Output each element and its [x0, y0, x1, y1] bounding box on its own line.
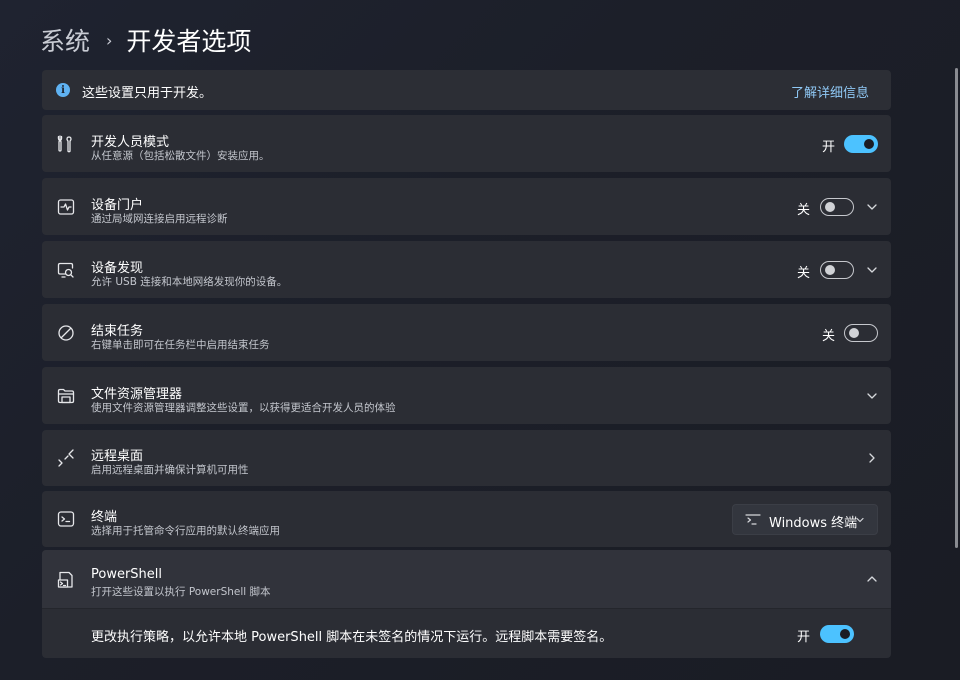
- breadcrumb: 系统 › 开发者选项: [40, 20, 251, 60]
- setting-description: 从任意源（包括松散文件）安装应用。: [91, 150, 270, 162]
- terminal-app-icon: [745, 513, 761, 527]
- page-title: 开发者选项: [126, 27, 252, 56]
- setting-file-explorer[interactable]: 文件资源管理器 使用文件资源管理器调整这些设置，以获得更适合开发人员的体验: [42, 367, 891, 424]
- setting-description: 打开这些设置以执行 PowerShell 脚本: [91, 586, 271, 598]
- device-portal-icon: [56, 197, 76, 217]
- device-discovery-icon: [56, 260, 76, 280]
- terminal-icon: [56, 509, 76, 529]
- setting-remote-desktop[interactable]: 远程桌面 启用远程桌面并确保计算机可用性: [42, 430, 891, 486]
- device-portal-toggle[interactable]: [820, 198, 854, 216]
- toggle-state-label: 开: [822, 140, 836, 155]
- setting-description: 右键单击即可在任务栏中启用结束任务: [91, 339, 270, 351]
- execution-policy-label: 更改执行策略，以允许本地 PowerShell 脚本在未签名的情况下运行。远程脚…: [91, 630, 613, 645]
- setting-device-discovery[interactable]: 设备发现 允许 USB 连接和本地网络发现你的设备。 关: [42, 241, 891, 298]
- chevron-down-icon: [855, 515, 865, 525]
- divider: [42, 608, 891, 609]
- scrollbar-thumb[interactable]: [955, 68, 958, 548]
- chevron-right-icon: ›: [106, 30, 113, 50]
- chevron-down-icon[interactable]: [865, 389, 879, 403]
- toggle-state-label: 关: [797, 203, 811, 218]
- breadcrumb-parent-system[interactable]: 系统: [40, 22, 90, 58]
- chevron-down-icon[interactable]: [865, 200, 879, 214]
- setting-description: 通过局域网连接启用远程诊断: [91, 213, 228, 225]
- folder-icon: [56, 386, 76, 406]
- info-text: 这些设置只用于开发。: [82, 86, 213, 101]
- setting-powershell: PowerShell 打开这些设置以执行 PowerShell 脚本 更改执行策…: [42, 550, 891, 658]
- setting-terminal: 终端 选择用于托管命令行应用的默认终端应用 Windows 终端: [42, 491, 891, 547]
- setting-description: 选择用于托管命令行应用的默认终端应用: [91, 525, 280, 537]
- chevron-up-icon[interactable]: [865, 572, 879, 586]
- info-icon: i: [56, 83, 70, 97]
- chevron-down-icon[interactable]: [865, 263, 879, 277]
- powershell-icon: [56, 570, 76, 590]
- remote-desktop-icon: [56, 448, 76, 468]
- toggle-state-label: 关: [822, 329, 836, 344]
- tools-icon: [56, 134, 76, 154]
- device-discovery-toggle[interactable]: [820, 261, 854, 279]
- toggle-state-label: 开: [797, 630, 811, 645]
- setting-developer-mode[interactable]: 开发人员模式 从任意源（包括松散文件）安装应用。 开: [42, 115, 891, 172]
- end-task-toggle[interactable]: [844, 324, 878, 342]
- setting-description: 允许 USB 连接和本地网络发现你的设备。: [91, 276, 288, 288]
- info-bar: i 这些设置只用于开发。 了解详细信息: [42, 70, 891, 110]
- setting-title: PowerShell: [91, 567, 163, 582]
- setting-device-portal[interactable]: 设备门户 通过局域网连接启用远程诊断 关: [42, 178, 891, 235]
- chevron-right-icon[interactable]: [865, 451, 879, 465]
- dropdown-selected-value: Windows 终端: [769, 516, 858, 531]
- setting-description: 使用文件资源管理器调整这些设置，以获得更适合开发人员的体验: [91, 402, 396, 414]
- setting-end-task[interactable]: 结束任务 右键单击即可在任务栏中启用结束任务 关: [42, 304, 891, 361]
- powershell-header[interactable]: PowerShell 打开这些设置以执行 PowerShell 脚本: [42, 550, 891, 608]
- toggle-state-label: 关: [797, 266, 811, 281]
- setting-description: 启用远程桌面并确保计算机可用性: [91, 464, 249, 476]
- block-icon: [56, 323, 76, 343]
- learn-more-link[interactable]: 了解详细信息: [791, 82, 869, 101]
- execution-policy-toggle[interactable]: [820, 625, 854, 643]
- developer-mode-toggle[interactable]: [844, 135, 878, 153]
- terminal-app-dropdown[interactable]: Windows 终端: [732, 504, 878, 535]
